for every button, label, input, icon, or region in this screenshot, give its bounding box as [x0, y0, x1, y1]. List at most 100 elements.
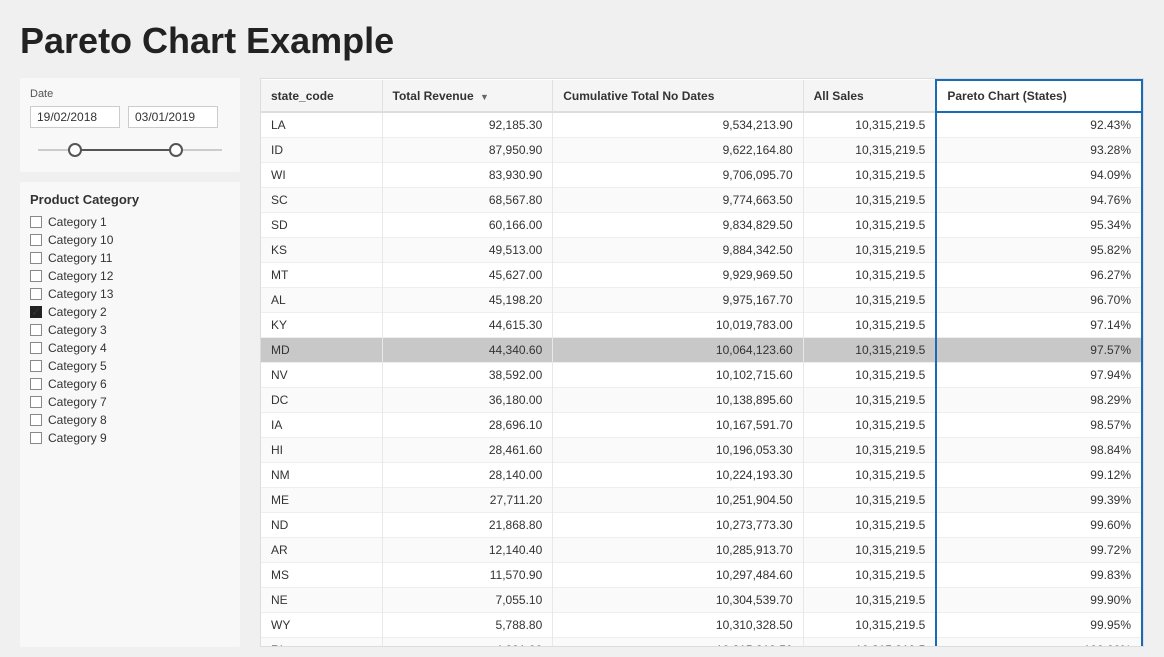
cell-revenue: 45,627.00: [382, 263, 553, 288]
cell-cumulative: 10,019,783.00: [553, 313, 803, 338]
slider-thumb-right[interactable]: [169, 143, 183, 157]
col-header-allsales[interactable]: All Sales: [803, 80, 936, 112]
category-checkbox[interactable]: [30, 378, 42, 390]
category-checkbox[interactable]: [30, 288, 42, 300]
cell-revenue: 28,140.00: [382, 463, 553, 488]
cell-revenue: 5,788.80: [382, 613, 553, 638]
cell-cumulative: 10,167,591.70: [553, 413, 803, 438]
category-item[interactable]: Category 1: [30, 215, 230, 229]
cell-state: IA: [261, 413, 382, 438]
cell-state: DC: [261, 388, 382, 413]
date-end-input[interactable]: [128, 106, 218, 128]
table-row[interactable]: LA92,185.309,534,213.9010,315,219.592.43…: [261, 112, 1142, 138]
table-row[interactable]: DC36,180.0010,138,895.6010,315,219.598.2…: [261, 388, 1142, 413]
table-row[interactable]: NM28,140.0010,224,193.3010,315,219.599.1…: [261, 463, 1142, 488]
cell-revenue: 87,950.90: [382, 138, 553, 163]
col-header-state[interactable]: state_code: [261, 80, 382, 112]
sidebar: Date Product Category Category: [20, 78, 240, 647]
category-item[interactable]: Category 10: [30, 233, 230, 247]
category-checkbox[interactable]: [30, 360, 42, 372]
category-item[interactable]: Category 9: [30, 431, 230, 445]
cell-revenue: 49,513.00: [382, 238, 553, 263]
table-row[interactable]: KS49,513.009,884,342.5010,315,219.595.82…: [261, 238, 1142, 263]
date-slider[interactable]: [30, 138, 230, 162]
category-label: Category 2: [48, 305, 107, 319]
category-checkbox[interactable]: [30, 216, 42, 228]
categories-section: Product Category Category 1Category 10Ca…: [20, 182, 240, 647]
category-item[interactable]: Category 4: [30, 341, 230, 355]
date-start-input[interactable]: [30, 106, 120, 128]
category-checkbox[interactable]: [30, 342, 42, 354]
cell-pareto: 97.94%: [936, 363, 1142, 388]
category-item[interactable]: Category 7: [30, 395, 230, 409]
table-row[interactable]: NE7,055.1010,304,539.7010,315,219.599.90…: [261, 588, 1142, 613]
date-section: Date: [20, 78, 240, 172]
cell-pareto: 97.57%: [936, 338, 1142, 363]
cell-state: LA: [261, 112, 382, 138]
category-item[interactable]: Category 3: [30, 323, 230, 337]
cell-allsales: 10,315,219.5: [803, 338, 936, 363]
cell-pareto: 95.34%: [936, 213, 1142, 238]
cell-revenue: 68,567.80: [382, 188, 553, 213]
category-item[interactable]: Category 13: [30, 287, 230, 301]
cell-allsales: 10,315,219.5: [803, 538, 936, 563]
cell-pareto: 99.95%: [936, 613, 1142, 638]
cell-revenue: 27,711.20: [382, 488, 553, 513]
table-row[interactable]: NV38,592.0010,102,715.6010,315,219.597.9…: [261, 363, 1142, 388]
cell-cumulative: 9,622,164.80: [553, 138, 803, 163]
cell-allsales: 10,315,219.5: [803, 213, 936, 238]
category-checkbox[interactable]: [30, 234, 42, 246]
table-row[interactable]: KY44,615.3010,019,783.0010,315,219.597.1…: [261, 313, 1142, 338]
table-row[interactable]: SD60,166.009,834,829.5010,315,219.595.34…: [261, 213, 1142, 238]
table-row[interactable]: ND21,868.8010,273,773.3010,315,219.599.6…: [261, 513, 1142, 538]
cell-pareto: 98.29%: [936, 388, 1142, 413]
slider-track: [38, 149, 222, 151]
table-row[interactable]: MD44,340.6010,064,123.6010,315,219.597.5…: [261, 338, 1142, 363]
cell-allsales: 10,315,219.5: [803, 638, 936, 648]
col-header-revenue[interactable]: Total Revenue ▼: [382, 80, 553, 112]
category-label: Category 1: [48, 215, 107, 229]
category-checkbox[interactable]: [30, 252, 42, 264]
category-checkbox[interactable]: [30, 414, 42, 426]
table-row[interactable]: ID87,950.909,622,164.8010,315,219.593.28…: [261, 138, 1142, 163]
cell-pareto: 98.57%: [936, 413, 1142, 438]
category-item[interactable]: Category 6: [30, 377, 230, 391]
table-row[interactable]: MT45,627.009,929,969.5010,315,219.596.27…: [261, 263, 1142, 288]
cell-revenue: 11,570.90: [382, 563, 553, 588]
table-row[interactable]: IA28,696.1010,167,591.7010,315,219.598.5…: [261, 413, 1142, 438]
category-checkbox[interactable]: ✓: [30, 306, 42, 318]
cell-cumulative: 10,285,913.70: [553, 538, 803, 563]
category-item[interactable]: Category 5: [30, 359, 230, 373]
table-row[interactable]: RI4,891.0010,315,219.5010,315,219.5100.0…: [261, 638, 1142, 648]
col-header-cumulative[interactable]: Cumulative Total No Dates: [553, 80, 803, 112]
cell-cumulative: 10,138,895.60: [553, 388, 803, 413]
category-checkbox[interactable]: [30, 270, 42, 282]
table-row[interactable]: AR12,140.4010,285,913.7010,315,219.599.7…: [261, 538, 1142, 563]
table-row[interactable]: WI83,930.909,706,095.7010,315,219.594.09…: [261, 163, 1142, 188]
col-header-pareto[interactable]: Pareto Chart (States): [936, 80, 1142, 112]
cell-revenue: 28,461.60: [382, 438, 553, 463]
category-checkbox[interactable]: [30, 396, 42, 408]
cell-cumulative: 9,534,213.90: [553, 112, 803, 138]
cell-allsales: 10,315,219.5: [803, 238, 936, 263]
category-item[interactable]: Category 12: [30, 269, 230, 283]
table-row[interactable]: HI28,461.6010,196,053.3010,315,219.598.8…: [261, 438, 1142, 463]
category-checkbox[interactable]: [30, 432, 42, 444]
category-checkbox[interactable]: [30, 324, 42, 336]
table-row[interactable]: WY5,788.8010,310,328.5010,315,219.599.95…: [261, 613, 1142, 638]
slider-thumb-left[interactable]: [68, 143, 82, 157]
category-item[interactable]: ✓ Category 2: [30, 305, 230, 319]
categories-list: Category 1 Category 10 Category 11 Category…: [30, 215, 230, 445]
category-item[interactable]: Category 8: [30, 413, 230, 427]
cell-allsales: 10,315,219.5: [803, 613, 936, 638]
cell-cumulative: 9,884,342.50: [553, 238, 803, 263]
table-row[interactable]: ME27,711.2010,251,904.5010,315,219.599.3…: [261, 488, 1142, 513]
cell-cumulative: 10,310,328.50: [553, 613, 803, 638]
cell-cumulative: 10,273,773.30: [553, 513, 803, 538]
table-row[interactable]: SC68,567.809,774,663.5010,315,219.594.76…: [261, 188, 1142, 213]
cell-revenue: 21,868.80: [382, 513, 553, 538]
category-label: Category 9: [48, 431, 107, 445]
table-row[interactable]: AL45,198.209,975,167.7010,315,219.596.70…: [261, 288, 1142, 313]
table-row[interactable]: MS11,570.9010,297,484.6010,315,219.599.8…: [261, 563, 1142, 588]
category-item[interactable]: Category 11: [30, 251, 230, 265]
